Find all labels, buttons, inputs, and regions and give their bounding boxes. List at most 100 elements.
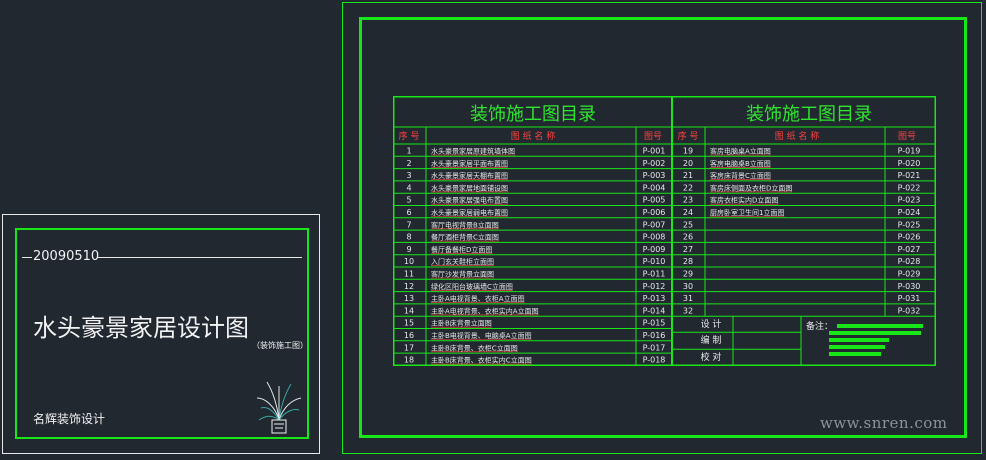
row-name: 入门玄关鞋柜立面图 [431, 257, 494, 266]
row-name: 客房电脑桌A立面图 [710, 147, 771, 156]
row-code: P-019 [898, 147, 921, 156]
row-code: P-012 [643, 282, 666, 291]
row-index: 15 [404, 319, 414, 328]
header-code-right: 图号 [898, 131, 916, 142]
row-name: 厨房卧室卫生间1立面图 [710, 208, 784, 217]
row-name: 主卧B电视背景、电脑桌A立面图 [431, 331, 532, 340]
row-index: 1 [406, 147, 411, 156]
cover-date: 20090510 [33, 249, 100, 264]
remark-label: 备注： [806, 320, 833, 332]
row-code: P-024 [898, 208, 921, 217]
row-name: 客房床背景C立面图 [710, 171, 771, 180]
row-index: 16 [404, 331, 414, 340]
row-index: 14 [404, 306, 414, 315]
row-index: 30 [683, 282, 693, 291]
header-name-right: 图 纸 名 称 [775, 130, 820, 142]
row-name: 餐厅备餐柜D立面图 [431, 245, 492, 254]
row-index: 29 [683, 270, 693, 279]
row-code: P-014 [643, 306, 666, 315]
row-name: 客房衣柜实内D立面图 [710, 196, 778, 205]
row-code: P-008 [643, 233, 666, 242]
header-index-left: 序 号 [399, 130, 420, 142]
date-line-right [97, 257, 302, 258]
row-code: P-032 [898, 306, 921, 315]
row-code: P-009 [643, 245, 666, 254]
row-name: 水头豪景家居平面布置图 [431, 159, 508, 168]
row-index: 19 [683, 147, 693, 156]
row-name: 水头豪景家居弱电布置图 [431, 208, 508, 217]
row-name: 水头豪景家居原建筑墙体图 [431, 147, 515, 156]
row-code: P-025 [898, 220, 921, 229]
row-index: 8 [406, 233, 411, 242]
row-name: 主卧A电视背景、衣柜A立面图 [431, 294, 525, 303]
row-name: 主卧B床背景立面图 [431, 319, 492, 328]
row-index: 3 [406, 171, 411, 180]
row-index: 22 [683, 183, 693, 192]
drawing-index-table: 装饰施工图目录 装饰施工图目录 序 号 图 纸 名 称 图号 序 号 图 纸 名… [393, 96, 936, 366]
row-code: P-028 [898, 257, 921, 266]
header-index-right: 序 号 [678, 130, 699, 142]
row-name: 主卧A电视背景、衣柜实内A立面图 [431, 306, 539, 315]
row-name: 水头豪景家居天棚布置图 [431, 171, 508, 180]
row-code: P-001 [643, 147, 666, 156]
row-index: 21 [683, 171, 693, 180]
row-code: P-003 [643, 171, 666, 180]
sign-draw-label: 编 制 [701, 334, 722, 346]
row-code: P-029 [898, 270, 921, 279]
row-name: 客房床侧面及衣柜D立面图 [710, 183, 792, 192]
row-name: 水头豪景家居地面铺设图 [431, 183, 508, 192]
table-title-right: 装饰施工图目录 [746, 104, 872, 125]
row-index: 4 [406, 183, 411, 192]
row-code: P-020 [898, 159, 921, 168]
row-index: 23 [683, 196, 693, 205]
row-index: 18 [404, 356, 414, 365]
row-index: 28 [683, 257, 693, 266]
row-index: 32 [683, 306, 693, 315]
row-index: 6 [406, 208, 411, 217]
row-index: 25 [683, 220, 693, 229]
row-index: 2 [406, 159, 411, 168]
cover-subtitle: （装饰施工图） [252, 341, 308, 350]
remark-bars [829, 324, 923, 356]
row-code: P-006 [643, 208, 666, 217]
row-index: 12 [404, 282, 414, 291]
table-title-left: 装饰施工图目录 [470, 104, 596, 125]
row-code: P-015 [643, 319, 666, 328]
row-index: 31 [683, 294, 693, 303]
row-code: P-013 [643, 294, 666, 303]
watermark: www.snren.com [820, 414, 948, 432]
row-name: 水头豪景家居强电布置图 [431, 196, 508, 205]
row-index: 27 [683, 245, 693, 254]
row-index: 5 [406, 196, 411, 205]
row-name: 客厅电视背景B立面图 [431, 220, 499, 229]
cover-title: 水头豪景家居设计图 [33, 314, 249, 342]
row-code: P-011 [643, 270, 666, 279]
row-index: 20 [683, 159, 693, 168]
row-name: 餐厅酒柜背景C立面图 [431, 233, 499, 242]
cover-company: 名辉装饰设计 [33, 412, 106, 426]
row-index: 26 [683, 233, 693, 242]
row-code: P-018 [643, 356, 666, 365]
row-code: P-021 [898, 171, 921, 180]
row-code: P-026 [898, 233, 921, 242]
row-name: 客厅沙发背景立面图 [431, 270, 494, 279]
row-code: P-010 [643, 257, 666, 266]
row-code: P-030 [898, 282, 921, 291]
row-code: P-022 [898, 183, 921, 192]
row-index: 9 [406, 245, 411, 254]
row-code: P-027 [898, 245, 921, 254]
plant-icon [256, 381, 302, 434]
row-name: 客房电脑桌B立面图 [710, 159, 771, 168]
row-index: 7 [406, 220, 411, 229]
row-code: P-023 [898, 196, 921, 205]
row-name: 主卧B床背景、衣柜实内C立面图 [431, 356, 532, 365]
row-code: P-007 [643, 220, 666, 229]
row-code: P-031 [898, 294, 921, 303]
date-line-left [22, 257, 32, 258]
row-index: 17 [404, 343, 414, 352]
row-name: 绿化区阳台玻璃墙C立面图 [431, 282, 513, 291]
row-name: 主卧B床背景、衣柜C立面图 [431, 343, 518, 352]
header-code-left: 图号 [644, 131, 662, 142]
row-code: P-004 [643, 183, 666, 192]
sign-check-label: 校 对 [701, 351, 722, 363]
